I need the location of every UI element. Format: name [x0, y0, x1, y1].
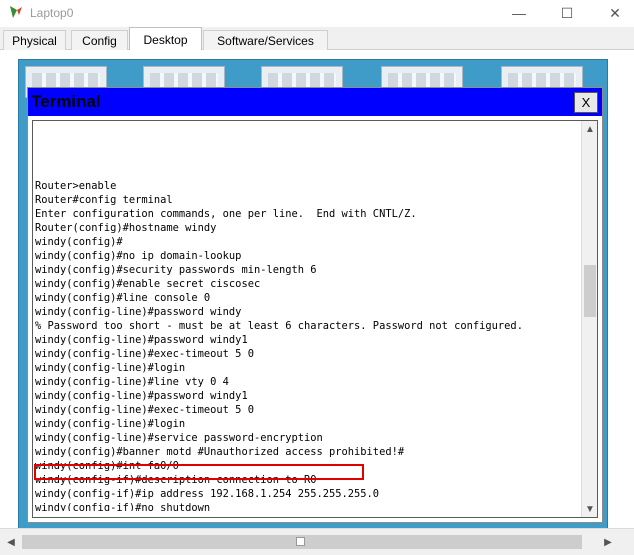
- scroll-left-icon[interactable]: ◀: [3, 534, 19, 550]
- terminal-line: Router>enable: [35, 180, 117, 192]
- close-window-button[interactable]: ✕: [592, 0, 634, 26]
- scrollbar-thumb[interactable]: [584, 265, 596, 317]
- tab-physical[interactable]: Physical: [3, 30, 66, 50]
- terminal-title: Terminal: [31, 92, 101, 111]
- terminal-line: Enter configuration commands, one per li…: [35, 208, 417, 220]
- terminal-line: windy(config)#banner motd #Unauthorized …: [35, 446, 405, 458]
- terminal-line: Router(config)#hostname windy: [35, 222, 217, 234]
- tab-strip: Physical Config Desktop Software/Service…: [0, 27, 634, 51]
- terminal-line: windy(config-line)#exec-timeout 5 0: [35, 348, 254, 360]
- close-icon: ✕: [609, 4, 621, 21]
- terminal-line: windy(config-line)#password windy1: [35, 390, 248, 402]
- terminal-window: Terminal X Router>enable Router#config te…: [27, 87, 603, 523]
- scroll-right-icon[interactable]: ▶: [600, 534, 616, 550]
- terminal-line: % Password too short - must be at least …: [35, 320, 523, 332]
- terminal-line: windy(config-line)#login: [35, 362, 186, 374]
- terminal-line: Router#config terminal: [35, 194, 173, 206]
- terminal-line: windy(config)#enable secret ciscosec: [35, 278, 261, 290]
- terminal-line: windy(config-line)#service password-encr…: [35, 432, 323, 444]
- tab-config[interactable]: Config: [71, 30, 128, 50]
- terminal-line: windy(config-line)#password windy1: [35, 334, 248, 346]
- terminal-line: windy(config)#no ip domain-lookup: [35, 250, 242, 262]
- tab-software-services[interactable]: Software/Services: [203, 30, 328, 50]
- packet-tracer-laptop-icon: [10, 6, 22, 18]
- terminal-line: windy(config)#security passwords min-len…: [35, 264, 317, 276]
- terminal-line: windy(config-line)#login: [35, 418, 186, 430]
- maximize-button[interactable]: ☐: [544, 0, 590, 26]
- scroll-down-icon[interactable]: ▼: [582, 501, 597, 517]
- terminal-line: windy(config-line)#password windy: [35, 306, 242, 318]
- window-titlebar: Laptop0 — ☐ ✕: [0, 0, 634, 27]
- terminal-line: windy(config-line)#exec-timeout 5 0: [35, 404, 254, 416]
- terminal-line: windy(config-line)#line vty 0 4: [35, 376, 229, 388]
- minimize-icon: —: [512, 5, 526, 21]
- terminal-titlebar[interactable]: Terminal X: [28, 88, 602, 116]
- maximize-icon: ☐: [560, 4, 574, 21]
- minimize-button[interactable]: —: [496, 0, 542, 26]
- window-title: Laptop0: [30, 6, 74, 20]
- terminal-line: windy(config-if)#no shutdown: [35, 502, 211, 511]
- terminal-console[interactable]: Router>enable Router#config terminal Enter…: [32, 120, 598, 518]
- terminal-output[interactable]: Router>enable Router#config terminal Enter…: [35, 123, 583, 511]
- terminal-vertical-scrollbar[interactable]: ▲ ▼: [581, 121, 597, 517]
- terminal-line: windy(config-if)#ip address 192.168.1.25…: [35, 488, 380, 500]
- tab-desktop[interactable]: Desktop: [129, 27, 202, 51]
- highlight-annotation-box: [34, 464, 364, 480]
- terminal-line: windy(config)#: [35, 236, 123, 248]
- scrollbar-grip: [296, 537, 305, 546]
- terminal-close-button[interactable]: X: [574, 92, 598, 113]
- scroll-up-icon[interactable]: ▲: [582, 121, 597, 137]
- horizontal-scrollbar[interactable]: ◀ ▶: [0, 528, 634, 555]
- terminal-line: windy(config)#line console 0: [35, 292, 211, 304]
